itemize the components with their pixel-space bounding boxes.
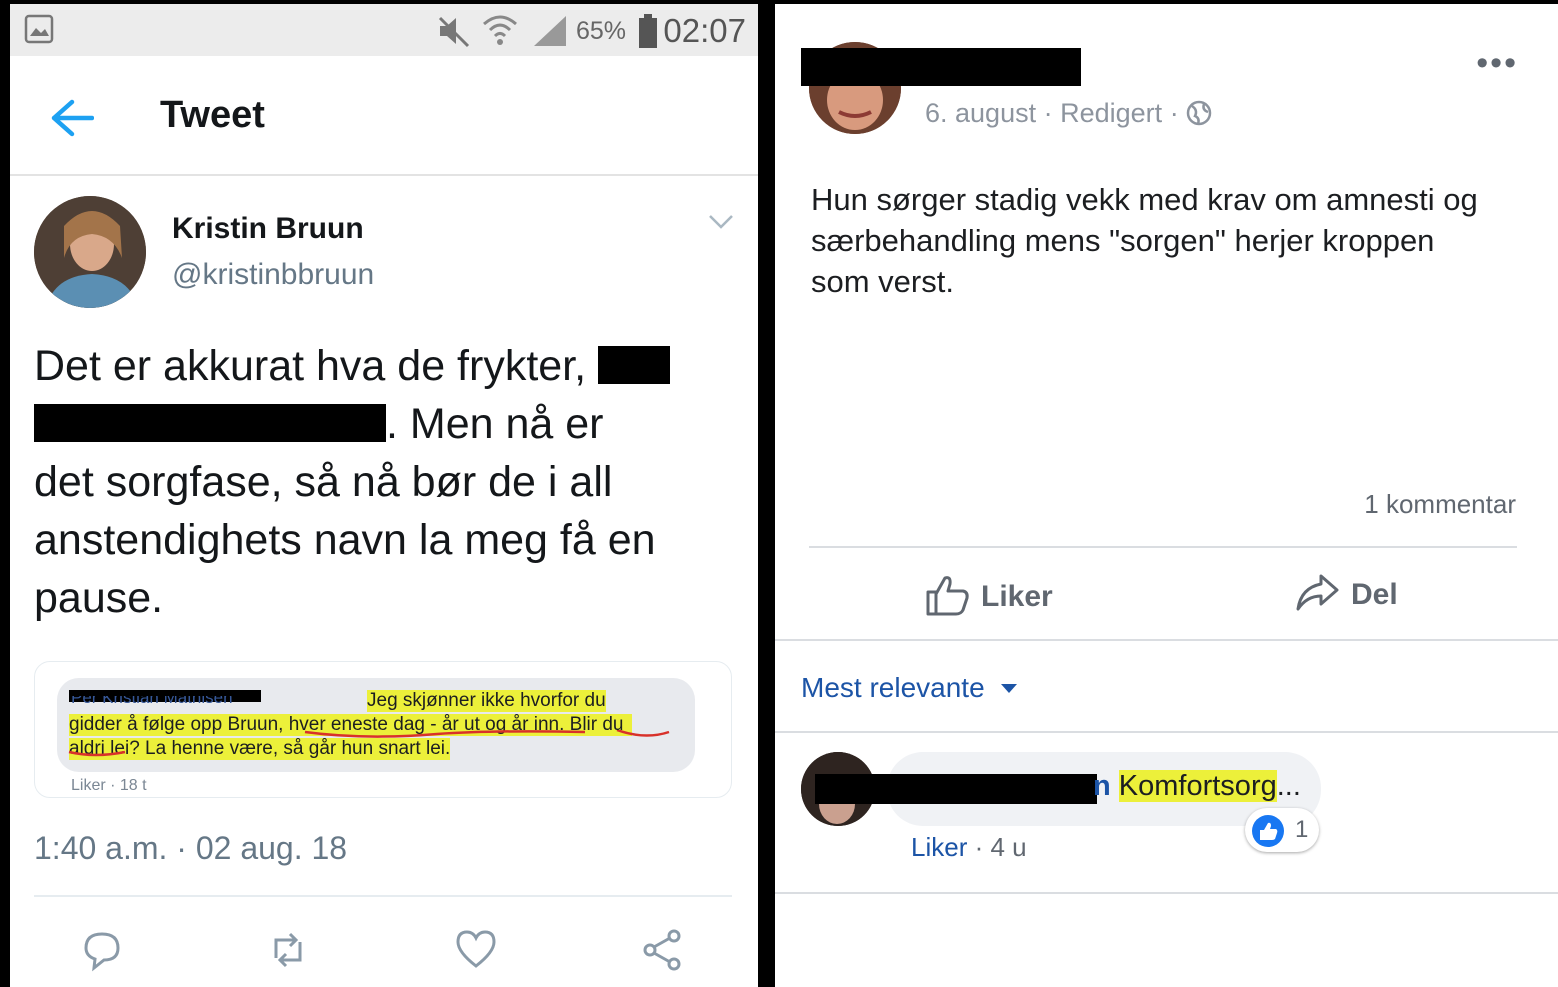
share-label: Del xyxy=(1351,578,1398,611)
share-button[interactable]: Del xyxy=(1295,572,1398,612)
more-options-icon[interactable]: ••• xyxy=(1476,44,1518,83)
divider xyxy=(775,892,1558,894)
globe-icon xyxy=(1186,100,1212,126)
author-name[interactable]: Kristin Bruun xyxy=(172,212,364,246)
redaction-block xyxy=(598,346,671,384)
signal-icon xyxy=(534,16,566,46)
tweet-line-1: Det er akkurat hva de frykter, xyxy=(34,342,587,390)
app-header: Tweet xyxy=(10,56,758,176)
page-title: Tweet xyxy=(160,94,265,136)
share-icon[interactable] xyxy=(640,928,684,972)
tweet-line-5: pause. xyxy=(34,574,164,622)
share-arrow-icon xyxy=(1296,574,1339,611)
comment-sort-dropdown[interactable]: Mest relevante xyxy=(801,672,1018,704)
comment-meta: Liker · 4 u xyxy=(911,832,1027,863)
reaction-count: 1 xyxy=(1295,816,1309,843)
twitter-panel: 65% 02:07 Tweet Kristin Bruun @kristinbb… xyxy=(10,4,758,987)
post-line-3: som verst. xyxy=(811,264,954,299)
caret-down-icon xyxy=(1001,684,1018,693)
retweet-icon[interactable] xyxy=(266,928,310,972)
post-line-1: Hun sørger stadig vekk med krav om amnes… xyxy=(811,182,1478,217)
tweet-line-3: det sorgfase, så nå bør de i all xyxy=(34,458,613,506)
sort-label: Mest relevante xyxy=(801,672,985,703)
status-bar: 65% 02:07 xyxy=(10,4,758,56)
tweet-line-4: anstendighets navn la meg få en xyxy=(34,516,656,564)
post-meta: 6. august · Redigert · xyxy=(925,98,1212,129)
comment-highlight: Komfortsorg xyxy=(1118,770,1277,802)
battery-icon xyxy=(639,14,657,48)
author-handle[interactable]: @kristinbbruun xyxy=(172,258,374,292)
comment-like-link[interactable]: Liker xyxy=(911,832,967,862)
tweet-timestamp: 1:40 a.m. · 02 aug. 18 xyxy=(34,830,348,866)
comment-ellipsis: ... xyxy=(1276,770,1301,802)
facebook-panel: 6. august · Redigert · ••• Hun sørger st… xyxy=(775,4,1558,987)
wifi-icon xyxy=(483,15,517,45)
redaction-block xyxy=(815,774,1097,804)
post-text: Hun sørger stadig vekk med krav om amnes… xyxy=(811,179,1531,302)
comment-line-1: Jeg skjønner ikke hvorfor du xyxy=(367,690,606,712)
author-avatar[interactable] xyxy=(34,196,146,308)
divider xyxy=(809,546,1517,548)
battery-percent: 65% xyxy=(575,17,626,45)
comment-count[interactable]: 1 kommentar xyxy=(1364,489,1516,520)
red-underline-marks xyxy=(68,730,670,757)
tweet-text: Det er akkurat hva de frykter, . Men nå … xyxy=(34,337,724,627)
like-label: Liker xyxy=(981,580,1053,613)
reply-icon[interactable] xyxy=(80,928,124,972)
mute-icon xyxy=(438,16,470,48)
post-line-2: særbehandling mens "sorgen" herjer kropp… xyxy=(811,223,1435,258)
redaction-block xyxy=(34,404,386,442)
divider xyxy=(34,895,732,897)
clock: 02:07 xyxy=(663,12,746,49)
redaction-block xyxy=(801,48,1081,86)
like-heart-icon[interactable] xyxy=(454,928,498,972)
divider xyxy=(775,639,1558,641)
commenter-name[interactable]: n xyxy=(1093,770,1111,802)
post-date[interactable]: 6. august xyxy=(925,98,1036,128)
comment-text: n Komfortsorg... xyxy=(1093,770,1301,803)
chevron-down-icon[interactable] xyxy=(708,214,734,230)
gallery-icon xyxy=(24,14,54,44)
divider xyxy=(775,731,1558,733)
thumbs-up-icon xyxy=(926,576,969,616)
quoted-comment-image[interactable]: Per Kristian Mathisen Jeg skjønner ikke … xyxy=(34,661,732,798)
like-button[interactable]: Liker xyxy=(925,572,1053,616)
reaction-badge[interactable]: 1 xyxy=(1245,808,1319,852)
post-edited[interactable]: Redigert xyxy=(1060,98,1162,128)
back-arrow-icon[interactable] xyxy=(50,98,94,138)
comment-age: · 4 u xyxy=(974,832,1027,862)
like-reaction-icon xyxy=(1252,815,1284,847)
tweet-line-2: . Men nå er xyxy=(386,400,604,448)
comment-meta: Liker · 18 t xyxy=(71,777,147,794)
